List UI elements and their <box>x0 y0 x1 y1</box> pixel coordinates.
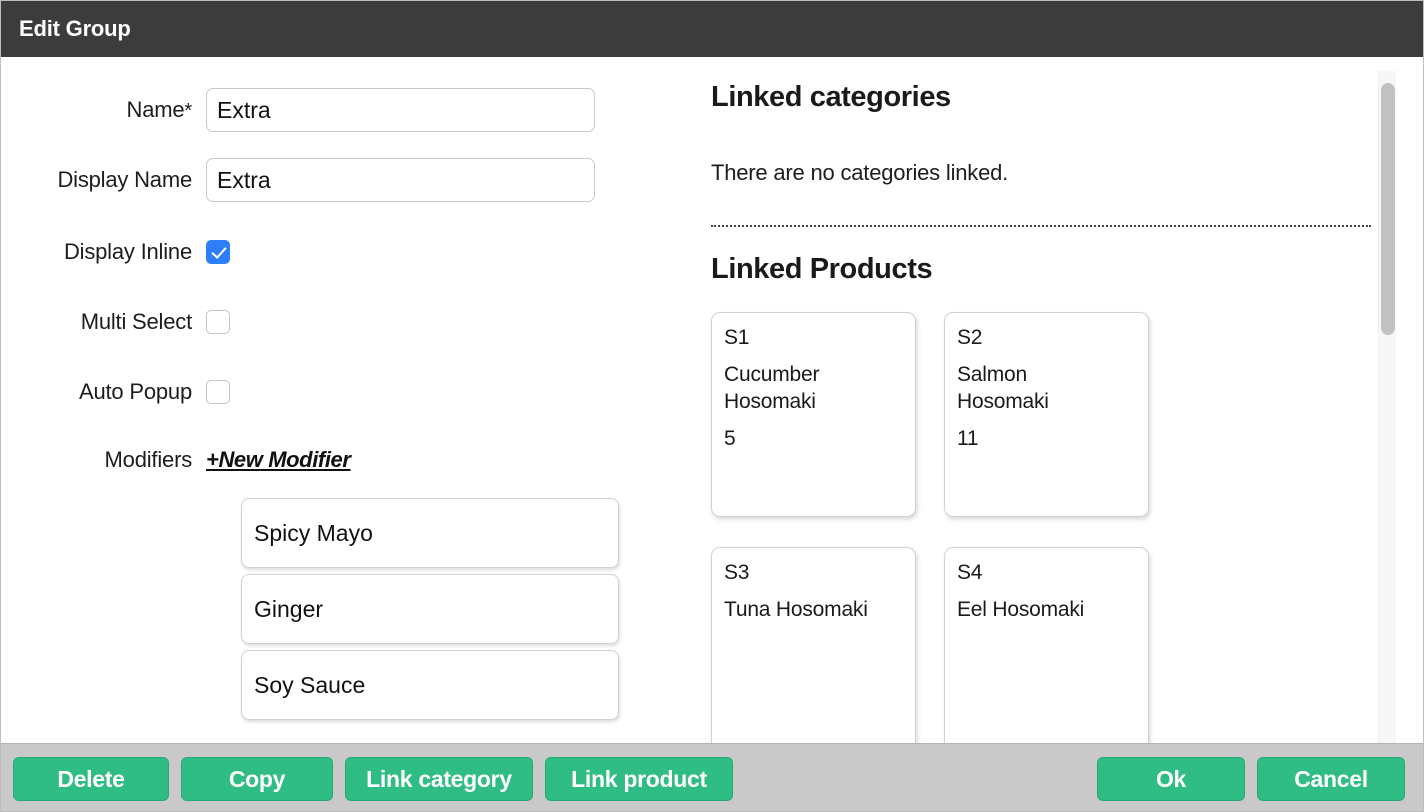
modifiers-label: Modifiers <box>104 447 193 472</box>
product-qty: 11 <box>957 426 979 450</box>
dialog-titlebar: Edit Group <box>1 1 1423 57</box>
edit-group-dialog: Edit Group Name* Display Name Display In… <box>0 0 1424 812</box>
linked-product-card[interactable]: S1 Cucumber Hosomaki 5 <box>711 312 916 517</box>
group-form-pane: Name* Display Name Display Inline Multi … <box>1 57 691 743</box>
product-code: S4 <box>957 561 983 584</box>
product-name1: Tuna Hosomaki <box>724 597 868 621</box>
linked-categories-title: Linked categories <box>711 81 951 113</box>
product-code: S2 <box>957 326 983 349</box>
product-code: S1 <box>724 326 750 349</box>
linked-product-card[interactable]: S3 Tuna Hosomaki <box>711 547 916 743</box>
field-row-name: Name* <box>1 88 661 132</box>
product-name1: Salmon <box>957 362 1028 386</box>
delete-button[interactable]: Delete <box>13 757 169 801</box>
linked-products-grid: S1 Cucumber Hosomaki 5 S2 Salmon Hosomaki 11 S3 T… <box>711 312 1381 743</box>
linked-items-pane: Linked categories There are no categorie… <box>691 57 1423 743</box>
new-modifier-link[interactable]: +New Modifier <box>206 447 351 473</box>
auto-popup-label: Auto Popup <box>79 379 192 404</box>
multi-select-checkbox[interactable] <box>206 310 230 334</box>
auto-popup-checkbox[interactable] <box>206 380 230 404</box>
field-row-multi-select: Multi Select <box>1 309 661 335</box>
dialog-body: Name* Display Name Display Inline Multi … <box>1 57 1423 743</box>
cancel-button[interactable]: Cancel <box>1257 757 1405 801</box>
right-pane-scrollbar-track[interactable] <box>1378 71 1396 743</box>
modifier-item-label: Soy Sauce <box>254 671 366 698</box>
product-code: S3 <box>724 561 750 584</box>
display-name-input[interactable] <box>206 158 595 202</box>
name-input[interactable] <box>206 88 595 132</box>
linked-categories-empty-message: There are no categories linked. <box>711 160 1009 185</box>
field-row-display-name: Display Name <box>1 158 661 202</box>
linked-product-card[interactable]: S4 Eel Hosomaki <box>944 547 1149 743</box>
product-qty: 5 <box>724 426 736 450</box>
ok-button[interactable]: Ok <box>1097 757 1245 801</box>
product-name2: Hosomaki <box>957 389 1049 413</box>
modifier-list: Spicy Mayo Ginger Soy Sauce <box>241 498 619 726</box>
field-row-display-inline: Display Inline <box>1 239 661 265</box>
link-category-button[interactable]: Link category <box>345 757 533 801</box>
product-name1: Eel Hosomaki <box>957 597 1085 621</box>
copy-button[interactable]: Copy <box>181 757 333 801</box>
modifier-item[interactable]: Soy Sauce <box>241 650 619 720</box>
modifier-item[interactable]: Ginger <box>241 574 619 644</box>
display-name-label: Display Name <box>57 167 192 192</box>
name-label: Name* <box>126 97 193 122</box>
dialog-title: Edit Group <box>19 16 131 41</box>
right-pane-scrollbar-thumb[interactable] <box>1381 83 1395 335</box>
display-inline-label: Display Inline <box>63 239 192 264</box>
product-name1: Cucumber <box>724 362 820 386</box>
required-asterisk: * <box>184 100 192 122</box>
display-inline-checkbox[interactable] <box>206 240 230 264</box>
modifier-item-label: Ginger <box>254 595 324 622</box>
modifier-item[interactable]: Spicy Mayo <box>241 498 619 568</box>
link-product-button[interactable]: Link product <box>545 757 733 801</box>
dialog-footer: Delete Copy Link category Link product Ok Can… <box>1 743 1423 811</box>
product-name2: Hosomaki <box>724 389 816 413</box>
linked-product-card[interactable]: S2 Salmon Hosomaki 11 <box>944 312 1149 517</box>
modifier-item-label: Spicy Mayo <box>254 519 373 546</box>
multi-select-label: Multi Select <box>80 309 193 334</box>
section-divider <box>711 225 1371 227</box>
field-row-auto-popup: Auto Popup <box>1 379 661 405</box>
field-row-modifiers: Modifiers +New Modifier <box>1 447 661 473</box>
linked-products-title: Linked Products <box>711 253 933 285</box>
